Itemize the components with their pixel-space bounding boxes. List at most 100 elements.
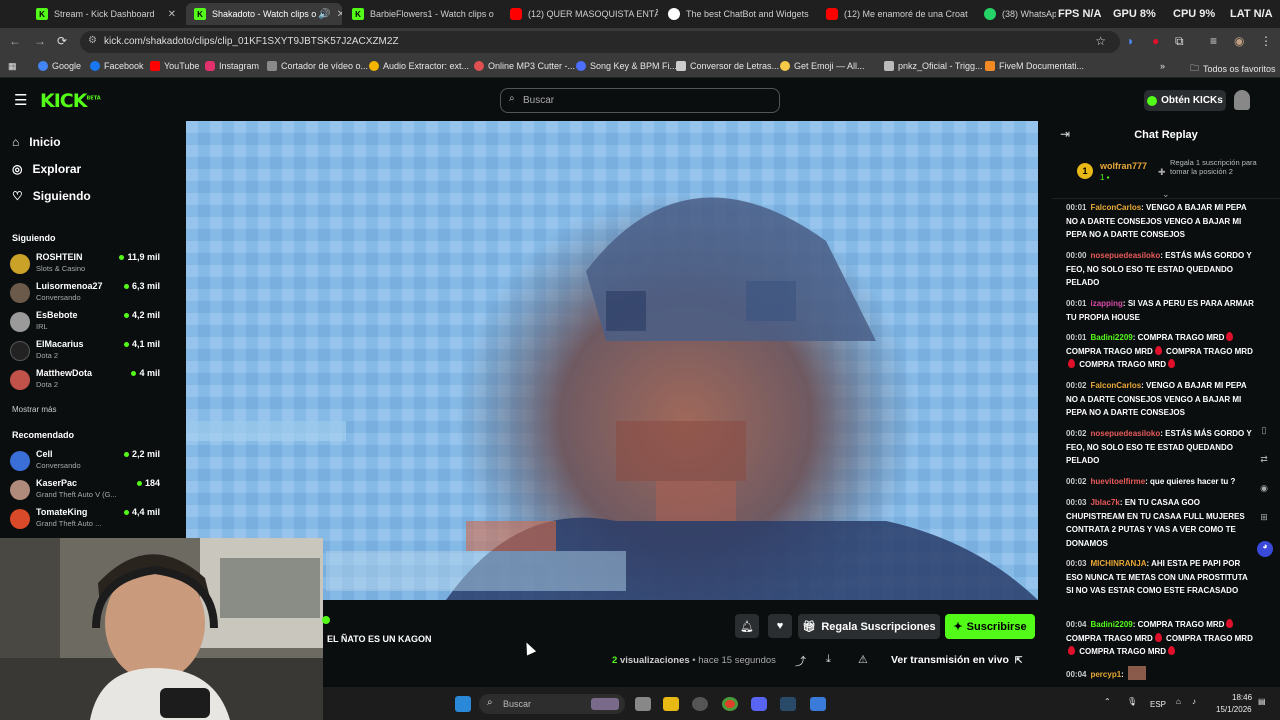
notification-bell-button[interactable]: 🔔︎ [735,614,759,638]
user-avatar[interactable] [1234,90,1250,110]
channel-item[interactable]: MatthewDota Dota 2 4 mil [10,367,160,395]
close-icon[interactable]: ✕ [809,9,816,20]
browser-tab[interactable]: K BarbieFlowers1 - Watch clips o ✕ [344,3,500,25]
watch-live-link[interactable]: Ver transmisión en vivo ⇱ [891,654,1022,666]
hamburger-menu-icon[interactable]: ☰ [14,91,27,109]
site-info-icon[interactable]: ⚙ [88,35,97,46]
kick-logo[interactable]: KICKBETA [40,90,101,112]
app-icon[interactable] [692,697,708,711]
bookmark-item[interactable]: Audio Extractor: ext... [369,61,469,71]
windows-start-icon[interactable] [455,696,471,712]
chevron-down-icon[interactable]: ⌄ [1162,189,1170,200]
channel-item[interactable]: Cell Conversando 2,2 mil [10,448,160,476]
translate-side-icon[interactable]: ⇄ [1257,454,1271,468]
speaker-icon[interactable]: 🔊 [316,9,330,20]
settings-side-icon[interactable]: ◉ [1257,483,1271,497]
nav-siguiendo[interactable]: ♡ Siguiendo [12,189,91,203]
close-icon[interactable]: ✕ [494,9,501,20]
bookmark-item[interactable]: pnkz_Oficial - Trigg... [884,61,983,71]
reading-list-icon[interactable]: ≡ [1210,34,1217,48]
bookmark-item[interactable]: FiveM Documentati... [985,61,1084,71]
url-field[interactable]: ⚙ kick.com/shakadoto/clips/clip_01KF1SXY… [80,31,1120,53]
tray-chevron-icon[interactable]: ⌃ [1104,697,1111,706]
reload-icon[interactable]: ⟳ [57,34,67,48]
close-icon[interactable]: ✕ [331,9,342,20]
leader-username[interactable]: wolfran777 [1100,161,1147,171]
bookmark-item[interactable]: Get Emoji — All... [780,61,865,71]
msg-user[interactable]: MICHINRANJA [1090,559,1146,568]
report-warning-icon[interactable]: ⚠ [858,653,868,666]
subscribe-button[interactable]: ✦ Suscribirse [945,614,1035,639]
chrome-icon[interactable] [722,697,738,711]
volume-icon[interactable]: ♪ [1192,697,1196,706]
msg-user[interactable]: nosepuedeasiloko [1090,251,1160,260]
browser-tab[interactable]: (12) QUER MASOQUISTA ENTÃ ✕ [502,3,658,25]
calculator-icon[interactable] [810,697,826,711]
network-icon[interactable]: ⌂ [1176,697,1181,706]
extension-icon[interactable]: ● [1152,34,1159,48]
profile-avatar[interactable]: ◉ [1234,34,1244,48]
share-icon[interactable]: ⤴ [795,653,806,669]
channel-item[interactable]: KaserPac Grand Theft Auto V (G... 184 [10,477,160,505]
bookmark-star-icon[interactable]: ☆ [1095,34,1106,48]
back-icon[interactable]: ← [9,34,21,48]
clock-time[interactable]: 18:46 [1232,693,1252,702]
bookmark-side-icon[interactable]: ▯ [1257,425,1271,439]
bookmark-item[interactable]: Cortador de vídeo o... [267,61,368,71]
task-view-icon[interactable] [635,697,651,711]
channel-item[interactable]: ROSHTEIN Slots & Casino 11,9 mil [10,251,160,279]
bookmark-instagram[interactable]: Instagram [205,61,259,71]
nav-explorar[interactable]: ◎ Explorar [12,162,81,176]
notifications-icon[interactable]: ▤ [1258,697,1266,706]
bookmark-item[interactable]: Song Key & BPM Fi... [576,61,677,71]
close-icon[interactable]: ✕ [162,9,176,20]
gift-subscriptions-button[interactable]: 🎁︎ Regala Suscripciones [798,614,940,639]
search-input[interactable]: ⌕ Buscar [500,88,780,113]
bookmark-item[interactable]: Online MP3 Cutter -... [474,61,575,71]
browser-tab[interactable]: (12) Me enamoré de una Croat ✕ [818,3,974,25]
bookmark-google[interactable]: Google [38,61,81,71]
browser-tab[interactable]: (38) WhatsApp [976,3,1056,25]
steam-icon[interactable] [780,697,796,711]
bookmark-facebook[interactable]: Facebook [90,61,144,71]
msg-user[interactable]: FalconCarlos [1090,203,1141,212]
get-kicks-button[interactable]: Obtén KICKs [1144,90,1226,111]
browser-tab[interactable]: K Stream - Kick Dashboard ✕ [28,3,184,25]
chevron-right-icon[interactable]: » [1160,61,1165,71]
taskbar-search[interactable]: ⌕ Buscar [479,694,625,714]
browser-tab-active[interactable]: K Shakadoto - Watch clips o 🔊 ✕ [186,3,342,25]
extension-icon[interactable]: ◗ [1127,34,1134,48]
msg-user[interactable]: huevitoelfirme [1090,477,1145,486]
msg-user[interactable]: Badini2209 [1090,620,1132,629]
language-indicator[interactable]: ESP [1150,700,1166,709]
bookmark-item[interactable]: Conversor de Letras... [676,61,779,71]
clock-date[interactable]: 15/1/2026 [1216,705,1252,714]
follow-heart-button[interactable]: ♥ [768,614,792,638]
file-explorer-icon[interactable] [663,697,679,711]
forward-icon[interactable]: → [34,34,46,48]
grid-side-icon[interactable]: ⊞ [1257,512,1271,526]
menu-dots-icon[interactable]: ⋮ [1260,34,1272,48]
channel-item[interactable]: EsBebote IRL 4,2 mil [10,309,160,337]
msg-user[interactable]: Jblac7k [1090,498,1119,507]
nav-inicio[interactable]: ⌂ Inicio [12,135,61,149]
apps-grid-icon[interactable]: ▦ [8,61,17,72]
channel-item[interactable]: TomateKing Grand Theft Auto ... 4,4 mil [10,506,160,534]
clip-video-player[interactable] [186,121,1038,600]
close-icon[interactable]: ✕ [968,9,975,20]
msg-user[interactable]: FalconCarlos [1090,381,1141,390]
show-more-link[interactable]: Mostrar más [12,405,56,414]
msg-user[interactable]: percyp1 [1090,670,1121,679]
discord-icon[interactable] [751,697,767,711]
download-icon[interactable]: ⤓ [826,653,831,666]
assistant-bot-icon[interactable]: ◕ [1257,541,1273,557]
browser-tab[interactable]: The best ChatBot and Widgets ✕ [660,3,816,25]
microphone-icon[interactable]: 🎙︎ [1127,697,1137,706]
all-bookmarks[interactable]: 🗀 Todos os favoritos [1190,61,1276,77]
channel-item[interactable]: Luisormenoa27 Conversando 6,3 mil [10,280,160,308]
msg-user[interactable]: Badini2209 [1090,333,1132,342]
extensions-puzzle-icon[interactable]: ⧉ [1175,34,1184,49]
msg-user[interactable]: nosepuedeasiloko [1090,429,1160,438]
bookmark-youtube[interactable]: YouTube [150,61,199,71]
channel-item[interactable]: ElMacarius Dota 2 4,1 mil [10,338,160,366]
